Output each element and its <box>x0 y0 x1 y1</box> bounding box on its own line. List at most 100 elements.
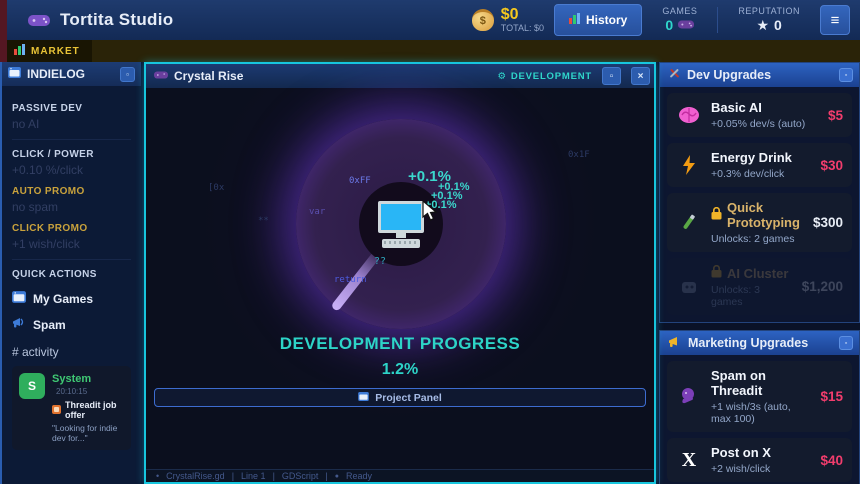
lock-icon <box>711 265 722 281</box>
top-bar: Tortita Studio $ $0 TOTAL: $0 History GA… <box>0 0 860 40</box>
code-token: 0x1F <box>568 150 590 160</box>
menu-button[interactable]: ≡ <box>820 5 850 35</box>
upgrade-desc: +0.3% dev/click <box>711 168 811 180</box>
stat-label: PASSIVE DEV <box>12 103 131 114</box>
reputation-label: REPUTATION <box>738 6 800 17</box>
divider <box>12 139 131 140</box>
marketing-upgrades-panel: Marketing Upgrades ▫ Spam on Threadit +1… <box>659 330 860 484</box>
stat-value: no AI <box>12 117 131 131</box>
divider <box>12 259 131 260</box>
money-display: $ $0 TOTAL: $0 <box>472 6 544 34</box>
minimize-button[interactable]: ▫ <box>602 67 621 85</box>
activity-line: Threadit job offer <box>65 400 124 420</box>
tab-market[interactable]: MARKET <box>0 40 92 62</box>
upgrade-desc: Unlocks: 2 games <box>711 233 804 245</box>
marketing-upgrades-title: Marketing Upgrades <box>688 336 808 350</box>
stat-value: no spam <box>12 200 131 214</box>
gear-icon: ⚙ <box>498 71 507 82</box>
game-canvas[interactable]: +0.1% +0.1% +0.1% +0.1% 0xFF var ?? retu… <box>146 88 654 482</box>
dev-upgrades-collapse-button[interactable]: ▫ <box>839 68 853 82</box>
upgrade-spam-threadit[interactable]: Spam on Threadit +1 wish/3s (auto, max 1… <box>667 361 852 432</box>
upgrade-price: $1,200 <box>802 279 843 294</box>
upgrade-ai-cluster[interactable]: AI Cluster Unlocks: 3 games $1,200 <box>667 258 852 315</box>
ready-dot-icon: ● <box>335 473 339 480</box>
upgrade-price: $30 <box>820 158 843 173</box>
market-tab-label: MARKET <box>31 46 80 57</box>
status-bullet: • <box>156 471 159 481</box>
status-sep: | <box>232 471 234 481</box>
x-logo-icon: X <box>676 449 702 472</box>
games-label: GAMES <box>662 6 697 17</box>
mouse-cursor <box>422 200 439 227</box>
upgrade-name: Post on X <box>711 445 811 460</box>
upgrade-quick-prototyping[interactable]: Quick Prototyping Unlocks: 2 games $300 <box>667 193 852 252</box>
upgrade-price: $40 <box>820 453 843 468</box>
activity-item[interactable]: S System 20:10:15 Threadit job offer "Lo… <box>12 366 131 450</box>
marketing-upgrades-collapse-button[interactable]: ▫ <box>839 336 853 350</box>
upgrade-desc: +2 wish/click <box>711 463 811 475</box>
money-bag-icon: $ <box>472 9 494 31</box>
money-value: $0 <box>501 6 544 24</box>
progress-value: 1.2% <box>146 361 654 379</box>
upgrade-name: Spam on Threadit <box>711 368 811 398</box>
code-token: var <box>309 207 325 217</box>
project-panel-button-label: Project Panel <box>375 392 442 404</box>
upgrade-energy-drink[interactable]: Energy Drink +0.3% dev/click $30 <box>667 143 852 187</box>
close-button[interactable]: × <box>631 67 650 85</box>
window-icon <box>12 291 26 306</box>
games-gamepad-icon <box>678 17 694 34</box>
upgrade-price: $15 <box>820 389 843 404</box>
stat-label: AUTO PROMO <box>12 186 131 197</box>
robot-icon <box>676 279 702 295</box>
lock-icon <box>711 207 722 223</box>
progress-readout: DEVELOPMENT PROGRESS 1.2% Project Panel <box>146 334 654 407</box>
activity-quote: "Looking for indie dev for..." <box>52 423 124 443</box>
project-window-titlebar: Crystal Rise ⚙ DEVELOPMENT ▫ × <box>146 64 654 88</box>
games-counter: GAMES 0 <box>652 6 707 34</box>
status-sep: | <box>325 471 327 481</box>
upgrade-name: AI Cluster <box>727 266 788 281</box>
dev-upgrades-title: Dev Upgrades <box>687 68 771 82</box>
left-edge-strip <box>0 0 7 62</box>
upgrade-desc: +0.05% dev/s (auto) <box>711 118 819 130</box>
sidebar-item-spam[interactable]: Spam <box>12 317 131 332</box>
tools-icon <box>668 67 681 83</box>
status-ready: Ready <box>346 471 372 481</box>
gamepad-logo-icon <box>28 9 50 31</box>
brain-icon <box>676 106 702 124</box>
stat-label: CLICK / POWER <box>12 149 131 160</box>
status-sep: | <box>273 471 275 481</box>
dev-upgrades-panel: Dev Upgrades ▫ Basic AI +0.05% dev/s (au… <box>659 62 860 323</box>
stat-value: +0.10 %/click <box>12 163 131 177</box>
test-tube-icon <box>676 214 702 232</box>
stat-label: CLICK PROMO <box>12 223 131 234</box>
code-token: ** <box>258 216 269 226</box>
upgrade-desc: Unlocks: 3 games <box>711 284 793 308</box>
status-language: GDScript <box>282 471 319 481</box>
development-mode-badge: ⚙ DEVELOPMENT <box>498 71 592 82</box>
computer-icon <box>377 201 425 248</box>
money-total: TOTAL: $0 <box>501 24 544 34</box>
upgrade-post-on-x[interactable]: X Post on X +2 wish/click $40 <box>667 438 852 482</box>
star-icon: ★ <box>756 17 769 34</box>
sidebar-item-label: My Games <box>33 292 93 306</box>
upgrade-basic-ai[interactable]: Basic AI +0.05% dev/s (auto) $5 <box>667 93 852 137</box>
sidebar-item-my-games[interactable]: My Games <box>12 291 131 306</box>
history-button[interactable]: History <box>554 4 642 36</box>
project-panel-button[interactable]: Project Panel <box>154 388 646 407</box>
upgrade-name: Quick Prototyping <box>727 200 804 230</box>
gamepad-icon <box>154 69 168 83</box>
code-token: ?? <box>374 256 386 267</box>
stat-value: +1 wish/click <box>12 237 131 251</box>
games-value: 0 <box>665 17 673 34</box>
status-bar: • CrystalRise.gd | Line 1 | GDScript | ●… <box>146 469 654 482</box>
indielog-header: INDIELOG ▫ <box>2 62 141 86</box>
hamburger-icon: ≡ <box>831 12 840 29</box>
lightning-icon <box>676 155 702 175</box>
marketing-upgrades-header: Marketing Upgrades ▫ <box>660 331 859 355</box>
market-chart-icon <box>14 42 25 60</box>
threadit-icon <box>52 405 61 416</box>
sidebar-collapse-button[interactable]: ▫ <box>120 67 135 82</box>
sidebar-item-label: Spam <box>33 318 66 332</box>
indielog-sidebar: INDIELOG ▫ PASSIVE DEV no AI CLICK / POW… <box>0 62 141 484</box>
